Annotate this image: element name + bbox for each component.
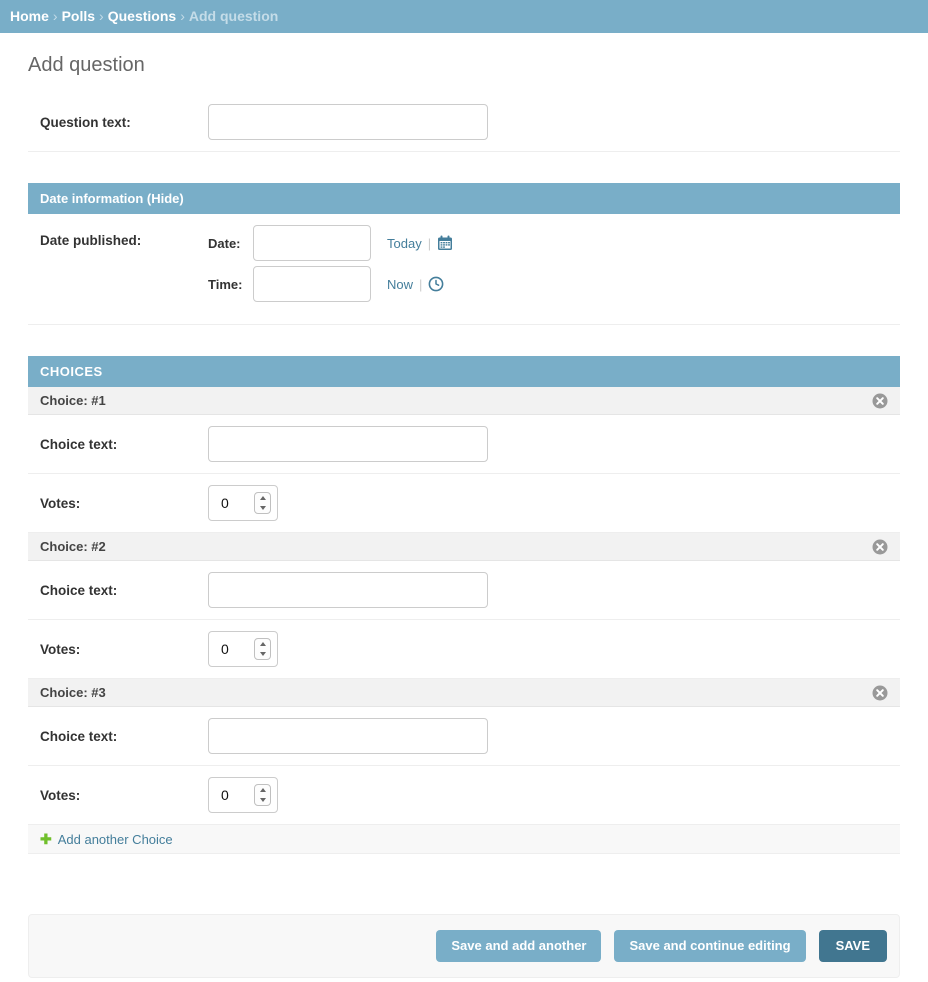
choice-inline-2: Choice: #2 Choice text: Votes: 0 [28,533,900,679]
date-line: Date: Today | [208,225,453,261]
date-sublabel: Date: [208,236,246,251]
time-sublabel: Time: [208,277,246,292]
choice-text-label: Choice text: [40,437,208,452]
now-link[interactable]: Now [387,277,413,292]
votes-value: 0 [221,641,254,657]
votes-stepper[interactable] [254,638,271,660]
choice-text-label: Choice text: [40,583,208,598]
votes-stepper[interactable] [254,784,271,806]
question-text-input[interactable] [208,104,488,140]
shortcut-pipe: | [428,236,431,251]
breadcrumb-questions-link[interactable]: Questions [108,8,176,24]
votes-stepper[interactable] [254,492,271,514]
date-shortcuts: Today | [387,235,453,251]
breadcrumb-polls-link[interactable]: Polls [62,8,95,24]
stepper-up-icon[interactable] [255,785,270,795]
save-and-add-another-button[interactable]: Save and add another [436,930,601,962]
choices-header: CHOICES [28,356,900,387]
choices-module: CHOICES Choice: #1 Choice text: Votes: [28,356,900,854]
choice-1-votes-row: Votes: 0 [28,474,900,533]
datetime-widget: Date: Today | [208,225,453,302]
choice-2-text-row: Choice text: [28,561,900,620]
choice-inline-1: Choice: #1 Choice text: Votes: 0 [28,387,900,533]
add-question-page: Home›Polls›Questions›Add question Add qu… [0,0,928,982]
breadcrumb-home-link[interactable]: Home [10,8,49,24]
date-information-header[interactable]: Date information (Hide) [28,183,900,214]
stepper-down-icon[interactable] [255,649,270,659]
choice-3-text-row: Choice text: [28,707,900,766]
stepper-down-icon[interactable] [255,503,270,513]
breadcrumb-current: Add question [189,8,278,24]
choice-3-votes-row: Votes: 0 [28,766,900,825]
save-and-continue-editing-button[interactable]: Save and continue editing [614,930,805,962]
choice-2-title-row: Choice: #2 [28,533,900,561]
votes-value: 0 [221,495,254,511]
choice-2-votes-input[interactable]: 0 [208,631,278,667]
stepper-down-icon[interactable] [255,795,270,805]
choice-1-votes-input[interactable]: 0 [208,485,278,521]
today-link[interactable]: Today [387,236,422,251]
choice-3-title-row: Choice: #3 [28,679,900,707]
choice-2-title: Choice: #2 [40,539,106,554]
choice-3-votes-input[interactable]: 0 [208,777,278,813]
votes-label: Votes: [40,642,208,657]
votes-value: 0 [221,787,254,803]
submit-row: Save and add another Save and continue e… [28,914,900,978]
date-published-label: Date published: [40,225,208,248]
breadcrumb-separator: › [99,8,104,24]
choice-1-title: Choice: #1 [40,393,106,408]
question-fieldset: Question text: [28,93,900,152]
delete-choice-2-icon[interactable] [872,539,888,555]
breadcrumb-separator: › [53,8,58,24]
time-shortcuts: Now | [387,276,444,292]
time-input[interactable] [253,266,371,302]
breadcrumb-separator: › [180,8,185,24]
save-button[interactable]: SAVE [819,930,887,962]
clock-icon[interactable] [428,276,444,292]
choice-1-text-input[interactable] [208,426,488,462]
question-text-label: Question text: [40,115,208,130]
page-title: Add question [28,54,900,77]
plus-icon: ✚ [40,833,52,845]
choice-2-votes-row: Votes: 0 [28,620,900,679]
choice-text-label: Choice text: [40,729,208,744]
votes-label: Votes: [40,496,208,511]
shortcut-pipe: | [419,277,422,292]
add-another-choice-row: ✚ Add another Choice [28,825,900,854]
question-text-row: Question text: [28,93,900,152]
breadcrumb: Home›Polls›Questions›Add question [0,0,928,33]
calendar-icon[interactable] [437,235,453,251]
choice-2-text-input[interactable] [208,572,488,608]
delete-choice-3-icon[interactable] [872,685,888,701]
choice-1-title-row: Choice: #1 [28,387,900,415]
add-another-choice-link[interactable]: Add another Choice [58,832,173,847]
choice-1-text-row: Choice text: [28,415,900,474]
stepper-up-icon[interactable] [255,493,270,503]
delete-choice-1-icon[interactable] [872,393,888,409]
choice-3-title: Choice: #3 [40,685,106,700]
date-published-row: Date published: Date: Today | [28,214,900,325]
date-input[interactable] [253,225,371,261]
choice-3-text-input[interactable] [208,718,488,754]
date-information-module: Date information (Hide) Date published: … [28,183,900,325]
choice-inline-3: Choice: #3 Choice text: Votes: 0 [28,679,900,825]
time-line: Time: Now | [208,266,453,302]
stepper-up-icon[interactable] [255,639,270,649]
votes-label: Votes: [40,788,208,803]
